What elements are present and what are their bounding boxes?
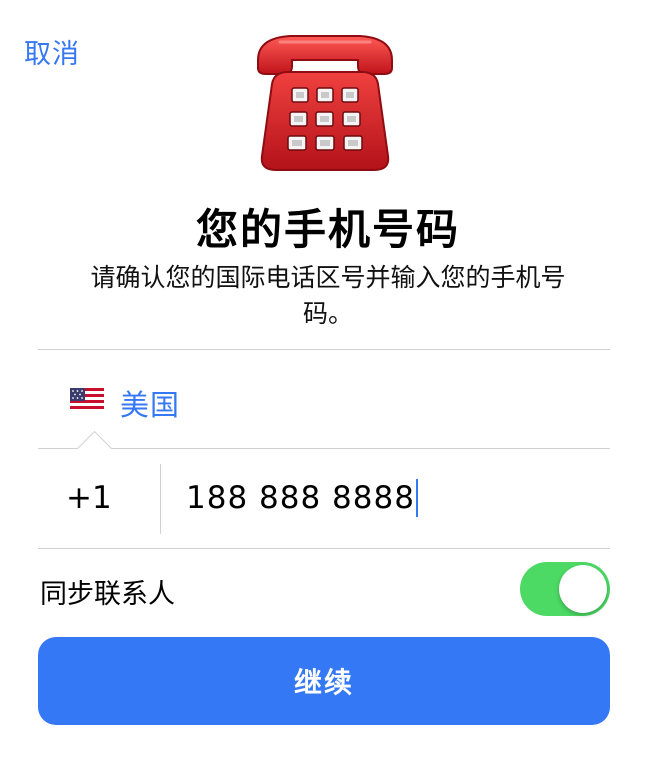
country-name: 美国 [120, 388, 181, 422]
toggle-knob [559, 565, 607, 613]
phone-number-screen: 取消 您的手机号码 请确认您的国际电话区号并输入您的手机号码。 美国 +1 18… [0, 0, 656, 759]
continue-button[interactable]: 继续 [38, 637, 610, 725]
sync-contacts-row: 同步联系人 [38, 550, 610, 630]
divider-top [38, 349, 610, 350]
page-title: 您的手机号码 [195, 205, 460, 254]
telephone-icon [257, 35, 393, 171]
sync-contacts-label: 同步联系人 [40, 579, 175, 610]
divider-country [38, 448, 610, 449]
text-caret [415, 479, 418, 517]
vertical-separator [160, 464, 161, 534]
phone-entry-row: +1 188 888 8888 [38, 450, 610, 548]
sync-contacts-toggle[interactable] [520, 562, 610, 616]
dial-code[interactable]: +1 [66, 480, 112, 516]
us-flag-icon [70, 388, 104, 412]
cancel-button[interactable]: 取消 [24, 32, 80, 71]
phone-number-input[interactable]: 188 888 8888 [186, 478, 418, 518]
divider-phone [38, 548, 610, 549]
phone-number-value: 188 888 8888 [186, 480, 415, 516]
page-subtitle: 请确认您的国际电话区号并输入您的手机号码。 [90, 263, 566, 328]
country-selector[interactable]: 美国 [38, 352, 610, 448]
